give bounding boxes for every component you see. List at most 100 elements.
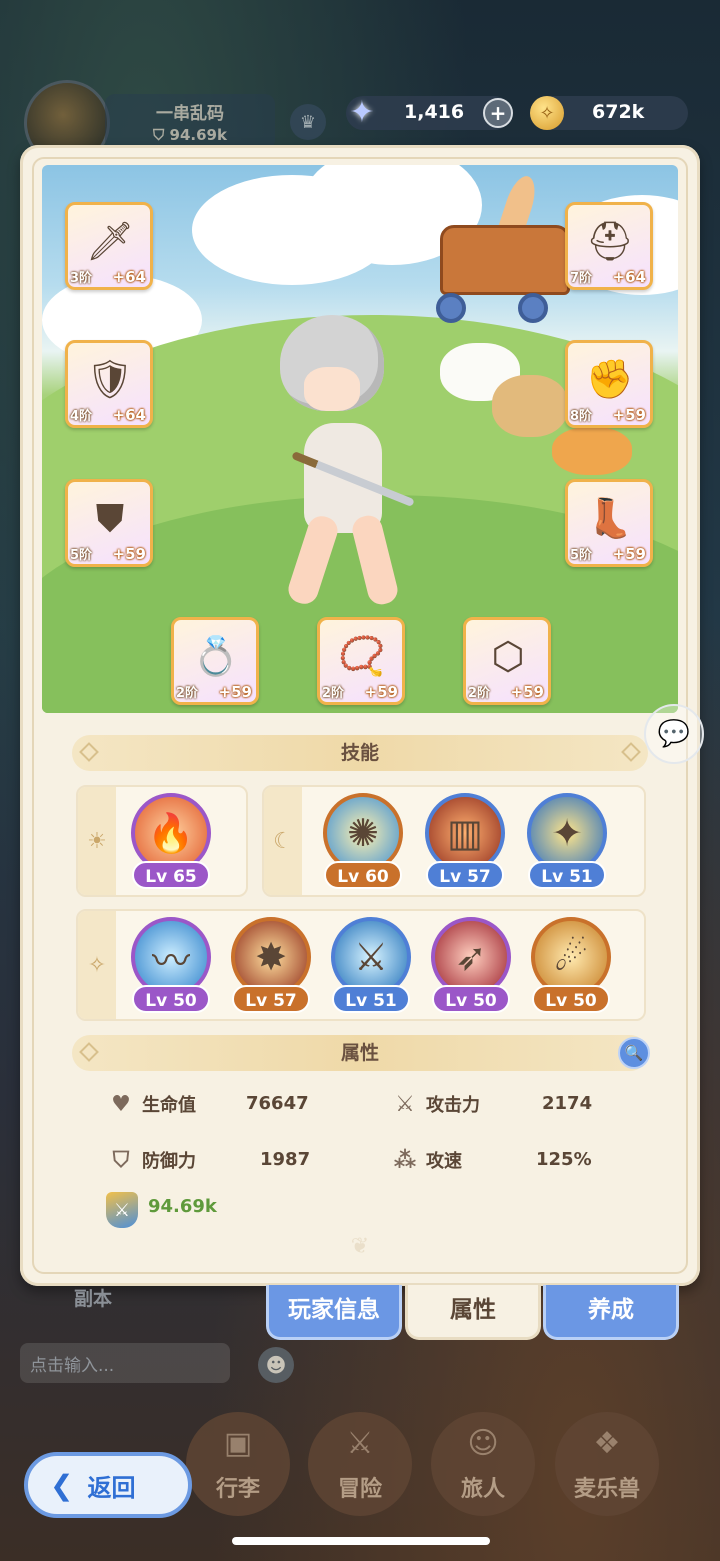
equip-tier: 2阶 <box>322 686 345 701</box>
skill-slot[interactable]: ✺ Lv 60 <box>320 793 406 893</box>
skill-level: Lv 50 <box>132 985 210 1013</box>
equip-tier: 4阶 <box>70 409 93 424</box>
crown-icon[interactable]: ♛ <box>290 104 326 140</box>
back-button[interactable]: ❮ 返回 <box>24 1452 192 1518</box>
dungeon-label[interactable]: 副本 <box>74 1284 112 1311</box>
diamond-ornament-icon <box>621 742 641 762</box>
skill-level: Lv 60 <box>324 861 402 889</box>
skill-level: Lv 65 <box>132 861 210 889</box>
nav-adventure[interactable]: ⚔ 冒险 <box>308 1412 412 1516</box>
skills-header: 技能 <box>72 735 648 771</box>
equip-tier: 5阶 <box>70 548 93 563</box>
attributes-title: 属性 <box>340 1042 379 1064</box>
equip-tier: 3阶 <box>70 271 93 286</box>
character-leg <box>349 512 401 608</box>
nav-travelers[interactable]: ☺ 旅人 <box>431 1412 535 1516</box>
necklace-icon: 📿 <box>338 633 386 678</box>
equip-bonus: +59 <box>510 683 544 701</box>
skill-slot[interactable]: ➶ Lv 50 <box>428 917 514 1017</box>
tab-attributes[interactable]: 属性 <box>405 1285 541 1340</box>
skill-level: Lv 51 <box>332 985 410 1013</box>
back-arrow-icon: ❮ <box>50 1468 74 1502</box>
attack-value: 2174 <box>542 1093 593 1114</box>
armor-icon: 🛡 <box>85 356 135 401</box>
combat-power-icon: ⚔ <box>106 1192 138 1228</box>
skill-slot[interactable]: 〰 Lv 50 <box>128 917 214 1017</box>
nav-pets[interactable]: ❖ 麦乐兽 <box>555 1412 659 1516</box>
back-label: 返回 <box>87 1473 136 1502</box>
player-power-value: 94.69k <box>169 126 227 144</box>
hp-label: 生命值 <box>142 1095 196 1116</box>
chat-input[interactable]: 点击输入... <box>20 1343 230 1383</box>
diamond-ornament-icon <box>79 1042 99 1062</box>
wagon-body <box>440 225 570 295</box>
attribute-detail-button[interactable]: 🔍 <box>618 1037 650 1069</box>
skill-level: Lv 50 <box>432 985 510 1013</box>
attack-speed-label: 攻速 <box>426 1151 462 1172</box>
boots-icon: 👢 <box>586 495 634 540</box>
equip-bonus: +59 <box>364 683 398 701</box>
equip-slot-gloves[interactable]: ✊ 8阶 +59 <box>565 340 653 428</box>
gold-counter: ✧ 672k <box>530 96 688 130</box>
skill-slot[interactable]: ▥ Lv 57 <box>422 793 508 893</box>
nav-adventure-label: 冒险 <box>337 1477 382 1502</box>
equip-slot-amulet[interactable]: ⬡ 2阶 +59 <box>463 617 551 705</box>
equip-slot-boots[interactable]: 👢 5阶 +59 <box>565 479 653 567</box>
player-character <box>268 315 428 615</box>
crossed-swords-icon: ⚔ <box>346 1426 374 1461</box>
home-indicator[interactable] <box>232 1537 490 1545</box>
chat-bubble-button[interactable]: 💬 <box>644 704 704 764</box>
nav-bag[interactable]: ▣ 行李 <box>186 1412 290 1516</box>
equip-slot-ring[interactable]: 💍 2阶 +59 <box>171 617 259 705</box>
tab-growth[interactable]: 养成 <box>543 1285 679 1340</box>
equip-slot-necklace[interactable]: 📿 2阶 +59 <box>317 617 405 705</box>
equip-slot-chest[interactable]: 🛡 4阶 +64 <box>65 340 153 428</box>
combat-power-value: 94.69k <box>148 1196 217 1217</box>
nav-travelers-label: 旅人 <box>460 1477 505 1502</box>
attack-attribute: ⚔ 攻击力 <box>390 1089 480 1119</box>
speed-nodes-icon: ⁂ <box>393 1147 417 1173</box>
skill-slot[interactable]: ⚔ Lv 51 <box>328 917 414 1017</box>
equip-slot-helmet[interactable]: ⛑ 7阶 +64 <box>565 202 653 290</box>
skill-slot[interactable]: ✦ Lv 51 <box>524 793 610 893</box>
skill-slot[interactable]: 🔥 Lv 65 <box>128 793 214 893</box>
equip-bonus: +59 <box>612 545 646 563</box>
tab-player-info[interactable]: 玩家信息 <box>266 1285 402 1340</box>
sun-icon: ☀ <box>78 787 116 895</box>
equip-slot-weapon[interactable]: 🗡 3阶 +64 <box>65 202 153 290</box>
equip-bonus: +59 <box>218 683 252 701</box>
player-name: 一串乱码 <box>156 104 224 124</box>
bag-icon: ▣ <box>223 1426 253 1461</box>
equip-bonus: +59 <box>112 545 146 563</box>
heart-icon: ♥ <box>111 1091 131 1117</box>
sun-skill-group: ☀ 🔥 Lv 65 <box>76 785 248 897</box>
character-leg <box>284 512 342 608</box>
skill-level: Lv 57 <box>232 985 310 1013</box>
player-power: ⛉ 94.69k <box>153 126 227 144</box>
defense-label: 防御力 <box>142 1151 196 1172</box>
gem-icon: ✦ <box>349 94 375 130</box>
gold-amount: 672k <box>592 101 645 123</box>
skill-level: Lv 51 <box>528 861 606 889</box>
gloves-icon: ✊ <box>586 356 634 401</box>
diamond-ornament-icon <box>79 742 99 762</box>
add-gems-button[interactable]: + <box>483 98 513 128</box>
shield-icon: ⛉ <box>112 1147 130 1173</box>
bear-pet <box>492 375 568 437</box>
helmet-icon: ⛑ <box>585 218 635 263</box>
gem-counter: ✦ 1,416 + <box>346 95 513 130</box>
skills-title: 技能 <box>340 742 379 764</box>
emoji-icon[interactable]: ☻ <box>258 1347 294 1383</box>
hp-attribute: ♥ 生命值 <box>106 1089 196 1119</box>
equip-bonus: +64 <box>112 268 146 286</box>
skill-slot[interactable]: ☄ Lv 50 <box>528 917 614 1017</box>
hp-value: 76647 <box>246 1093 309 1114</box>
equip-slot-pants[interactable]: ⛊ 5阶 +59 <box>65 479 153 567</box>
wagon-wheel <box>518 293 548 323</box>
player-header[interactable]: 一串乱码 ⛉ 94.69k <box>10 78 275 166</box>
attributes-header: 属性 🔍 <box>72 1035 650 1071</box>
skill-slot[interactable]: ✸ Lv 57 <box>228 917 314 1017</box>
gem-amount: 1,416 <box>404 101 465 123</box>
nav-bag-label: 行李 <box>215 1477 260 1502</box>
attack-speed-value: 125% <box>536 1149 592 1170</box>
